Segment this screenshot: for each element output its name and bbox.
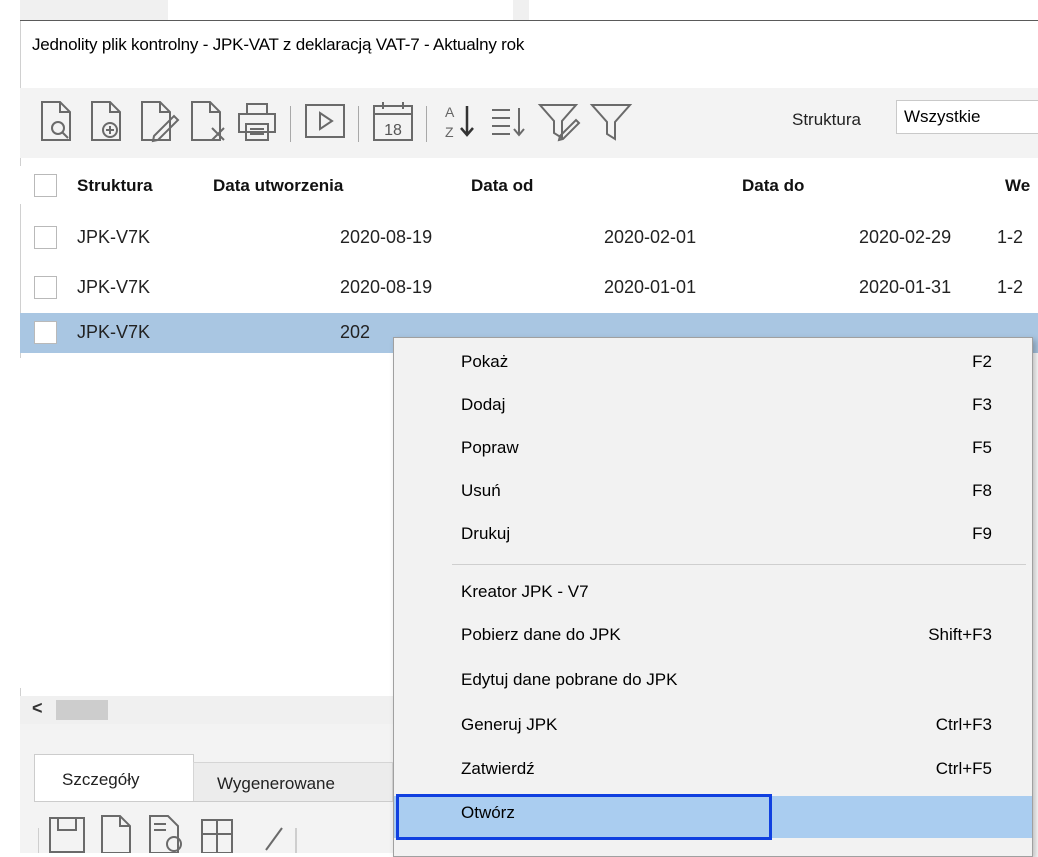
- filter-structure-label: Struktura: [792, 110, 861, 129]
- tab-wygenerowane-label: Wygenerowane: [217, 774, 335, 793]
- scroll-left-arrow[interactable]: <: [32, 698, 43, 719]
- row-checkbox[interactable]: [34, 321, 57, 344]
- calendar-day-text: 18: [384, 122, 402, 139]
- top-tab-small[interactable]: [513, 0, 529, 20]
- scrollbar-thumb[interactable]: [56, 700, 108, 720]
- column-we[interactable]: We: [1005, 176, 1030, 196]
- tab-divider: [34, 801, 394, 802]
- menu-item-label: Zatwierdź: [461, 759, 535, 778]
- cell-struktura: JPK-V7K: [77, 227, 151, 247]
- cell-data-do: 2020-02-29: [859, 227, 952, 247]
- add-document-icon[interactable]: [84, 98, 130, 144]
- filter-structure-select[interactable]: Wszystkie: [896, 100, 1038, 134]
- menu-item-label: Drukuj: [461, 524, 511, 543]
- column-data-utworzenia[interactable]: Data utworzenia: [213, 176, 343, 196]
- menu-item-shortcut: Shift+F3: [928, 625, 992, 644]
- sort-a-letter: A: [445, 104, 455, 120]
- filter-edit-icon[interactable]: [536, 98, 582, 144]
- toolbar-separator: [358, 106, 359, 142]
- grid-icon[interactable]: [201, 819, 233, 853]
- cell-data-utworzenia: 202: [340, 322, 371, 342]
- menu-item-shortcut: Ctrl+F5: [935, 759, 992, 778]
- menu-item-dodaj[interactable]: Dodaj F3: [394, 388, 1032, 425]
- menu-item-kreator-jpk[interactable]: Kreator JPK - V7: [394, 575, 1032, 612]
- column-data-do[interactable]: Data do: [742, 176, 804, 196]
- show-document-icon[interactable]: [34, 98, 80, 144]
- cell-data-utworzenia: 2020-08-19: [340, 227, 433, 247]
- select-all-checkbox[interactable]: [34, 174, 57, 197]
- sort-list-icon[interactable]: [486, 98, 532, 144]
- menu-item-shortcut: F9: [972, 524, 992, 543]
- calendar-icon[interactable]: 18: [370, 98, 416, 144]
- cell-data-od: 2020-01-01: [604, 277, 697, 297]
- edit-icon[interactable]: [265, 827, 283, 851]
- cell-data-do: 2020-01-31: [859, 277, 952, 297]
- menu-item-label: Pobierz dane do JPK: [461, 625, 621, 644]
- cell-struktura: JPK-V7K: [77, 322, 151, 342]
- export-icon[interactable]: [149, 815, 182, 853]
- tab-szczegoly-label: Szczegóły: [62, 770, 140, 789]
- menu-item-drukuj[interactable]: Drukuj F9: [394, 517, 1032, 554]
- menu-separator: [452, 564, 1026, 565]
- menu-item-zatwierdz[interactable]: Zatwierdź Ctrl+F5: [394, 752, 1032, 789]
- row-checkbox[interactable]: [34, 226, 57, 249]
- menu-item-label: Edytuj dane pobrane do JPK: [461, 670, 678, 689]
- run-icon[interactable]: [302, 98, 348, 144]
- table-row[interactable]: JPK-V7K 2020-08-19 2020-02-01 2020-02-29…: [20, 218, 1038, 258]
- menu-item-label: Kreator JPK - V7: [461, 582, 589, 601]
- menu-item-shortcut: F3: [972, 395, 992, 414]
- top-tab[interactable]: [20, 0, 168, 20]
- cell-struktura: JPK-V7K: [77, 277, 151, 297]
- cell-data-utworzenia: 2020-08-19: [340, 277, 433, 297]
- cell-we: 1-2: [997, 277, 1024, 297]
- menu-item-label: Popraw: [461, 438, 519, 457]
- menu-item-shortcut: F5: [972, 438, 992, 457]
- menu-item-label: Generuj JPK: [461, 715, 558, 734]
- menu-item-shortcut: Ctrl+F3: [935, 715, 992, 734]
- menu-item-shortcut: F8: [972, 481, 992, 500]
- toolbar-separator: [426, 106, 427, 142]
- window-title: Jednolity plik kontrolny - JPK-VAT z dek…: [32, 35, 525, 54]
- menu-item-usun[interactable]: Usuń F8: [394, 474, 1032, 511]
- table-row[interactable]: JPK-V7K 2020-08-19 2020-01-01 2020-01-31…: [20, 268, 1038, 308]
- cell-data-od: 2020-02-01: [604, 227, 697, 247]
- top-tab-strip: [0, 0, 1038, 21]
- sort-az-icon[interactable]: A Z: [436, 98, 482, 144]
- details-toolbar: [38, 810, 398, 853]
- menu-item-pobierz-dane[interactable]: Pobierz dane do JPK Shift+F3: [394, 618, 1032, 655]
- menu-item-pokaz[interactable]: Pokaż F2: [394, 345, 1032, 382]
- menu-item-popraw[interactable]: Popraw F5: [394, 431, 1032, 468]
- print-icon[interactable]: [234, 98, 280, 144]
- context-menu: Pokaż F2 Dodaj F3 Popraw F5 Usuń F8 Druk…: [393, 337, 1033, 857]
- menu-item-edytuj-dane[interactable]: Edytuj dane pobrane do JPK: [394, 663, 1032, 700]
- toolbar: 18 A Z: [20, 88, 1038, 158]
- toolbar-separator: [290, 106, 291, 142]
- column-data-od[interactable]: Data od: [471, 176, 533, 196]
- cell-we: 1-2: [997, 227, 1024, 247]
- delete-document-icon[interactable]: [184, 98, 230, 144]
- menu-item-label: Pokaż: [461, 352, 509, 371]
- sort-z-letter: Z: [445, 124, 454, 140]
- highlight-annotation-box: [396, 794, 772, 840]
- menu-item-shortcut: F2: [972, 352, 992, 371]
- menu-item-generuj-jpk[interactable]: Generuj JPK Ctrl+F3: [394, 708, 1032, 745]
- row-checkbox[interactable]: [34, 276, 57, 299]
- edit-document-icon[interactable]: [134, 98, 180, 144]
- filter-icon[interactable]: [588, 98, 634, 144]
- horizontal-scrollbar[interactable]: <: [20, 696, 400, 724]
- column-struktura[interactable]: Struktura: [77, 176, 153, 196]
- menu-item-label: Dodaj: [461, 395, 506, 414]
- menu-item-label: Usuń: [461, 481, 501, 500]
- save-icon[interactable]: [49, 817, 85, 853]
- new-document-icon[interactable]: [101, 815, 131, 853]
